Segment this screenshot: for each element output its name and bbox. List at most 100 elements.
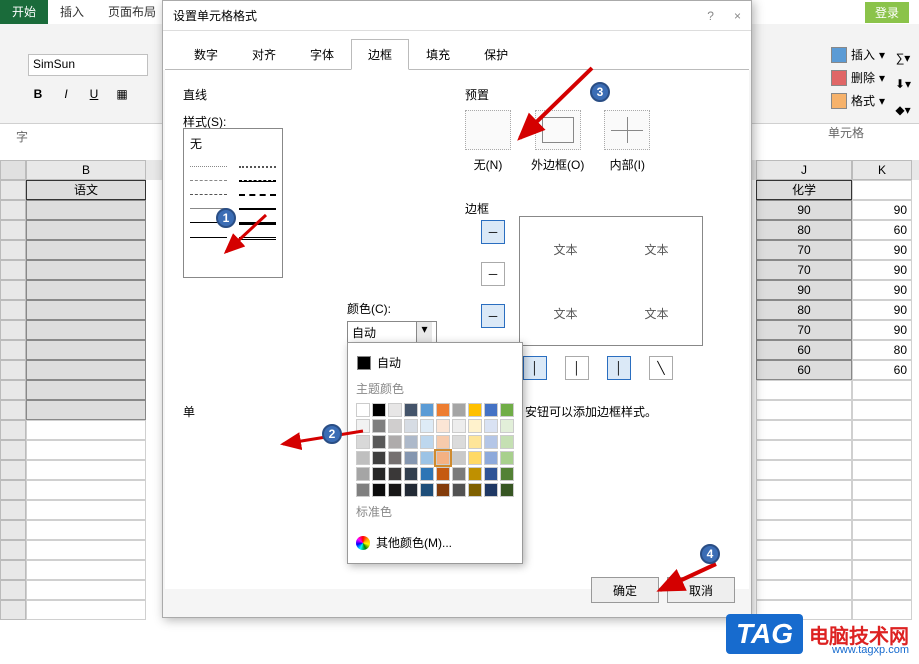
delete-cells[interactable]: 删除▾ — [827, 67, 889, 88]
preset-inner[interactable]: 内部(I) — [604, 110, 650, 173]
theme-color-swatch[interactable] — [388, 419, 402, 433]
tab-number[interactable]: 数字 — [177, 39, 235, 70]
theme-color-swatch[interactable] — [356, 467, 370, 481]
theme-color-swatch[interactable] — [484, 451, 498, 465]
border-vmid-button[interactable]: │ — [565, 356, 589, 380]
watermark-url: www.tagxp.com — [832, 644, 909, 656]
theme-color-swatch[interactable] — [372, 451, 386, 465]
theme-color-swatch[interactable] — [388, 467, 402, 481]
underline-button[interactable]: U — [84, 84, 104, 104]
theme-color-swatch[interactable] — [388, 435, 402, 449]
tab-align[interactable]: 对齐 — [235, 39, 293, 70]
theme-color-swatch[interactable] — [356, 403, 370, 417]
theme-color-swatch[interactable] — [468, 467, 482, 481]
theme-color-swatch[interactable] — [404, 419, 418, 433]
theme-color-swatch[interactable] — [484, 419, 498, 433]
border-right-button[interactable]: │ — [607, 356, 631, 380]
theme-color-swatch[interactable] — [356, 483, 370, 497]
color-auto-option[interactable]: 自动 — [354, 349, 516, 376]
tab-insert[interactable]: 插入 — [48, 0, 96, 24]
theme-color-swatch[interactable] — [372, 483, 386, 497]
format-cells[interactable]: 格式▾ — [827, 90, 889, 111]
preview-cell: 文本 — [611, 281, 702, 345]
theme-color-swatch[interactable] — [388, 403, 402, 417]
theme-color-swatch[interactable] — [500, 403, 514, 417]
theme-color-swatch[interactable] — [436, 467, 450, 481]
color-select[interactable]: 自动▾ — [347, 321, 437, 343]
theme-color-swatch[interactable] — [372, 435, 386, 449]
border-bottom-button[interactable]: ─ — [481, 304, 505, 328]
theme-color-swatch[interactable] — [388, 483, 402, 497]
preset-none[interactable]: 无(N) — [465, 110, 511, 173]
ok-button[interactable]: 确定 — [591, 577, 659, 603]
theme-color-swatch[interactable] — [484, 435, 498, 449]
theme-color-swatch[interactable] — [468, 419, 482, 433]
theme-color-swatch[interactable] — [452, 467, 466, 481]
theme-color-swatch[interactable] — [372, 419, 386, 433]
theme-color-swatch[interactable] — [484, 467, 498, 481]
theme-color-swatch[interactable] — [468, 435, 482, 449]
theme-color-swatch[interactable] — [420, 451, 434, 465]
theme-color-swatch[interactable] — [468, 483, 482, 497]
theme-color-swatch[interactable] — [420, 483, 434, 497]
theme-color-swatch[interactable] — [436, 435, 450, 449]
help-button[interactable]: ? — [707, 9, 714, 23]
theme-color-swatch[interactable] — [500, 467, 514, 481]
border-button[interactable]: ▦ — [112, 84, 132, 104]
bold-button[interactable]: B — [28, 84, 48, 104]
select-all-corner[interactable] — [0, 160, 26, 180]
fill-button[interactable]: ⬇▾ — [891, 74, 915, 94]
insert-cells[interactable]: 插入▾ — [827, 44, 889, 65]
theme-color-swatch[interactable] — [436, 419, 450, 433]
theme-color-swatch[interactable] — [404, 435, 418, 449]
tab-home[interactable]: 开始 — [0, 0, 48, 24]
close-button[interactable]: × — [734, 9, 741, 23]
theme-color-swatch[interactable] — [404, 483, 418, 497]
theme-color-swatch[interactable] — [500, 451, 514, 465]
theme-color-swatch[interactable] — [500, 483, 514, 497]
theme-color-swatch[interactable] — [404, 451, 418, 465]
border-top-button[interactable]: ─ — [481, 220, 505, 244]
theme-color-swatch[interactable] — [404, 403, 418, 417]
clear-button[interactable]: ◆▾ — [891, 100, 915, 120]
border-hmid-button[interactable]: ─ — [481, 262, 505, 286]
theme-color-swatch[interactable] — [452, 435, 466, 449]
theme-color-swatch[interactable] — [420, 435, 434, 449]
theme-color-swatch[interactable] — [452, 451, 466, 465]
theme-color-swatch[interactable] — [420, 467, 434, 481]
theme-color-swatch[interactable] — [484, 403, 498, 417]
theme-color-swatch[interactable] — [420, 419, 434, 433]
theme-color-swatch[interactable] — [452, 403, 466, 417]
theme-color-swatch[interactable] — [468, 403, 482, 417]
theme-color-swatch[interactable] — [468, 451, 482, 465]
border-diag2-button[interactable]: ╲ — [649, 356, 673, 380]
theme-color-swatch[interactable] — [452, 483, 466, 497]
theme-color-swatch[interactable] — [500, 419, 514, 433]
theme-color-swatch[interactable] — [500, 435, 514, 449]
theme-color-swatch[interactable] — [372, 467, 386, 481]
border-left-button[interactable]: │ — [523, 356, 547, 380]
more-colors-option[interactable]: 其他颜色(M)... — [354, 528, 516, 557]
tab-border[interactable]: 边框 — [351, 39, 409, 70]
login-badge[interactable]: 登录 — [865, 2, 909, 23]
line-style-none[interactable]: 无 — [188, 133, 278, 154]
theme-color-swatch[interactable] — [420, 403, 434, 417]
tab-fill[interactable]: 填充 — [409, 39, 467, 70]
theme-color-swatch[interactable] — [436, 403, 450, 417]
theme-color-swatch[interactable] — [388, 451, 402, 465]
tab-layout[interactable]: 页面布局 — [96, 0, 168, 24]
theme-color-swatch[interactable] — [452, 419, 466, 433]
preview-cell: 文本 — [520, 281, 611, 345]
col-J[interactable]: J — [756, 160, 852, 180]
theme-color-swatch[interactable] — [436, 483, 450, 497]
italic-button[interactable]: I — [56, 84, 76, 104]
theme-color-swatch[interactable] — [484, 483, 498, 497]
tab-font[interactable]: 字体 — [293, 39, 351, 70]
theme-color-swatch[interactable] — [372, 403, 386, 417]
theme-color-swatch[interactable] — [436, 451, 450, 465]
theme-color-swatch[interactable] — [404, 467, 418, 481]
col-K[interactable]: K — [852, 160, 912, 180]
col-B[interactable]: B — [26, 160, 146, 180]
autosum-button[interactable]: ∑▾ — [891, 48, 915, 68]
font-name-select[interactable]: SimSun — [28, 54, 148, 76]
